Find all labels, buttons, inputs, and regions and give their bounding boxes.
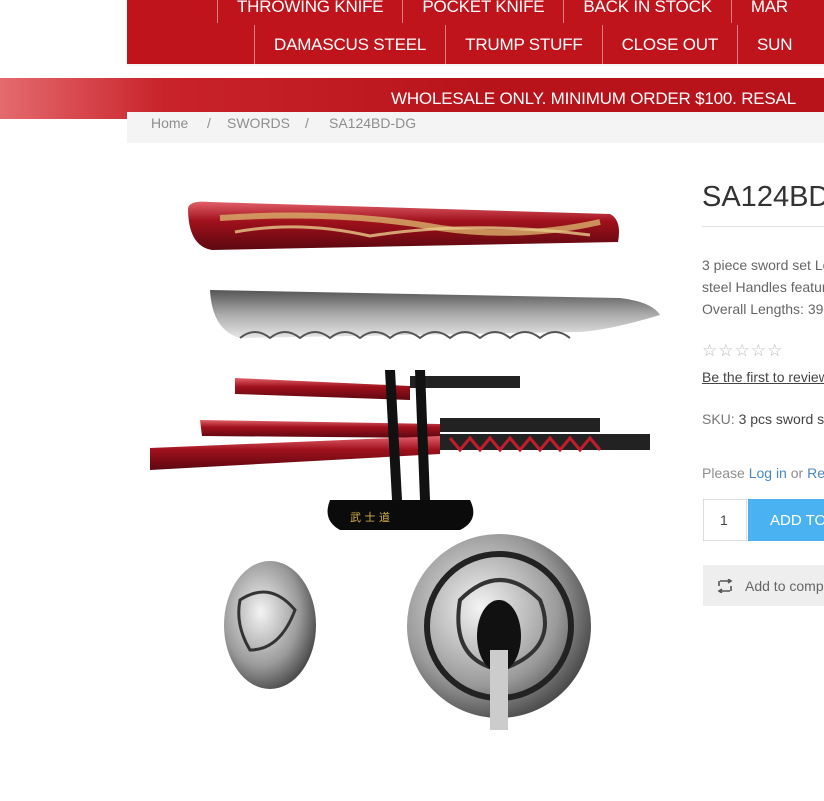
breadcrumb-home[interactable]: Home	[151, 115, 188, 131]
breadcrumb-separator: /	[207, 115, 211, 131]
nav-item-damascus-steel[interactable]: DAMASCUS STEEL	[254, 25, 445, 65]
add-to-compare-button[interactable]: Add to compa	[703, 565, 824, 606]
nav-item-back-in-stock[interactable]: BACK IN STOCK	[563, 0, 730, 23]
nav-item-throwing-knife[interactable]: THROWING KNIFE	[217, 0, 402, 23]
login-link[interactable]: Log in	[749, 465, 787, 481]
add-to-cart-button[interactable]: ADD TO	[748, 499, 824, 541]
quantity-input[interactable]	[703, 499, 747, 541]
breadcrumb-category[interactable]: SWORDS	[227, 115, 290, 131]
description-line: Overall Lengths: 39	[702, 301, 824, 317]
nav-item-mar[interactable]: MAR	[730, 0, 807, 23]
title-divider	[702, 226, 824, 227]
product-title: SA124BD	[702, 181, 824, 213]
register-link[interactable]: Re	[807, 465, 824, 481]
compare-icon	[717, 578, 733, 593]
main-nav-row-2: DAMASCUS STEEL TRUMP STUFF CLOSE OUT SUN	[254, 25, 811, 65]
tsuba-closeup	[224, 534, 591, 730]
login-or: or	[790, 465, 804, 481]
sku-label: SKU:	[702, 411, 735, 427]
sku-value: 3 pcs sword s	[738, 411, 824, 427]
nav-item-sun[interactable]: SUN	[737, 25, 811, 65]
compare-label: Add to compa	[745, 577, 824, 594]
description-line: steel Handles featur	[702, 279, 824, 295]
blade	[210, 290, 660, 340]
rating-stars: ☆☆☆☆☆	[702, 341, 784, 360]
nav-item-trump-stuff[interactable]: TRUMP STUFF	[445, 25, 601, 65]
svg-text:武 士 道: 武 士 道	[350, 510, 390, 524]
product-description: 3 piece sword set Lo steel Handles featu…	[702, 254, 824, 320]
nav-item-close-out[interactable]: CLOSE OUT	[601, 25, 737, 65]
saya-top	[188, 201, 619, 250]
nav-divider	[127, 64, 824, 66]
sword-set: 武 士 道	[150, 370, 650, 530]
main-nav-row-1: THROWING KNIFE POCKET KNIFE BACK IN STOC…	[217, 0, 807, 23]
login-prefix: Please	[702, 465, 745, 481]
breadcrumb-separator: /	[305, 115, 309, 131]
main-nav: THROWING KNIFE POCKET KNIFE BACK IN STOC…	[127, 0, 824, 66]
first-review-link[interactable]: Be the first to review	[702, 369, 824, 385]
description-line: 3 piece sword set Lo	[702, 257, 824, 273]
breadcrumb: Home / SWORDS / SA124BD-DG	[127, 112, 824, 143]
product-image[interactable]: 武 士 道	[140, 180, 660, 735]
breadcrumb-current: SA124BD-DG	[329, 115, 417, 131]
login-prompt: Please Log in or Re	[702, 465, 824, 481]
nav-item-pocket-knife[interactable]: POCKET KNIFE	[402, 0, 563, 23]
banner-text: WHOLESALE ONLY. MINIMUM ORDER $100. RESA…	[391, 89, 796, 108]
sku: SKU: 3 pcs sword s	[702, 411, 824, 427]
